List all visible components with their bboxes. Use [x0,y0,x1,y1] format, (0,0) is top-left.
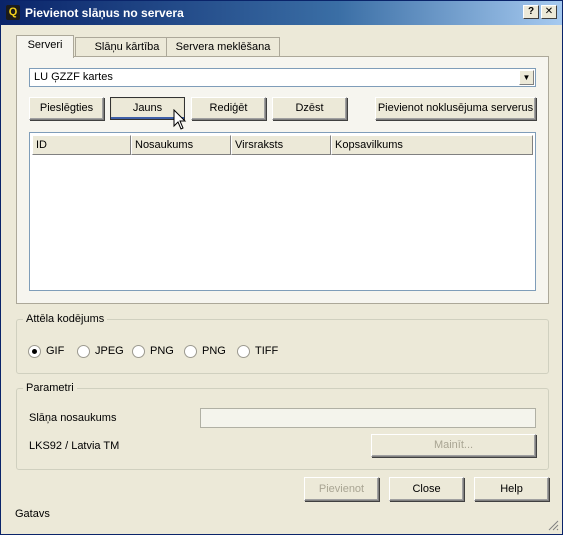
edit-server-button[interactable]: Rediģēt [191,97,266,120]
radio-button-icon[interactable] [184,345,197,358]
chevron-down-icon[interactable]: ▼ [519,70,534,85]
resize-grip-icon[interactable] [547,519,559,531]
close-button[interactable]: Close [389,477,464,501]
radio-label: GIF [46,345,65,357]
change-crs-button[interactable]: Mainīt... [371,434,536,457]
radio-label: JPEG [95,345,124,357]
tab-servers[interactable]: Serveri [16,35,74,58]
radio-label: PNG [150,345,174,357]
add-button[interactable]: Pievienot [304,477,379,501]
tab-layer-order[interactable]: Slāņu kārtība [75,37,179,57]
add-default-servers-button[interactable]: Pievienot noklusējuma serverus [375,97,536,120]
radio-button-icon[interactable] [28,345,41,358]
mouse-pointer-icon [173,109,187,130]
column-header-title[interactable]: Virsraksts [231,135,331,155]
layers-table[interactable]: ID Nosaukums Virsraksts Kopsavilkums [29,132,536,291]
help-button[interactable]: Help [474,477,549,501]
radio-button-icon[interactable] [237,345,250,358]
column-header-abstract[interactable]: Kopsavilkums [331,135,533,155]
close-title-button[interactable]: ✕ [541,5,557,19]
title-bar[interactable]: Q Pievienot slāņus no servera ? ✕ [1,1,562,25]
window-title: Pievienot slāņus no servera [25,6,184,20]
parameters-group: Parametri [16,382,549,470]
layer-name-input[interactable] [200,408,536,428]
radio-label: TIFF [255,345,279,357]
column-header-name[interactable]: Nosaukums [131,135,231,155]
connect-button[interactable]: Pieslēgties [29,97,104,120]
crs-label: LKS92 / Latvia TM [29,440,120,452]
tab-server-search[interactable]: Servera meklēšana [166,37,280,57]
delete-server-button[interactable]: Dzēst [272,97,347,120]
column-header-id[interactable]: ID [32,135,131,155]
qgis-logo-icon: Q [6,5,20,20]
radio-button-icon[interactable] [132,345,145,358]
parameters-legend: Parametri [23,382,77,394]
help-title-button[interactable]: ? [523,5,539,19]
dialog-window: Q Pievienot slāņus no servera ? ✕ Server… [0,0,563,535]
server-select[interactable]: LU ĢZZF kartes ▼ [29,68,536,87]
radio-label: PNG [202,345,226,357]
layer-name-label: Slāņa nosaukums [29,412,117,424]
server-select-value: LU ĢZZF kartes [34,71,113,83]
status-text: Gatavs [15,508,50,520]
image-encoding-legend: Attēla kodējums [23,313,108,325]
radio-button-icon[interactable] [77,345,90,358]
